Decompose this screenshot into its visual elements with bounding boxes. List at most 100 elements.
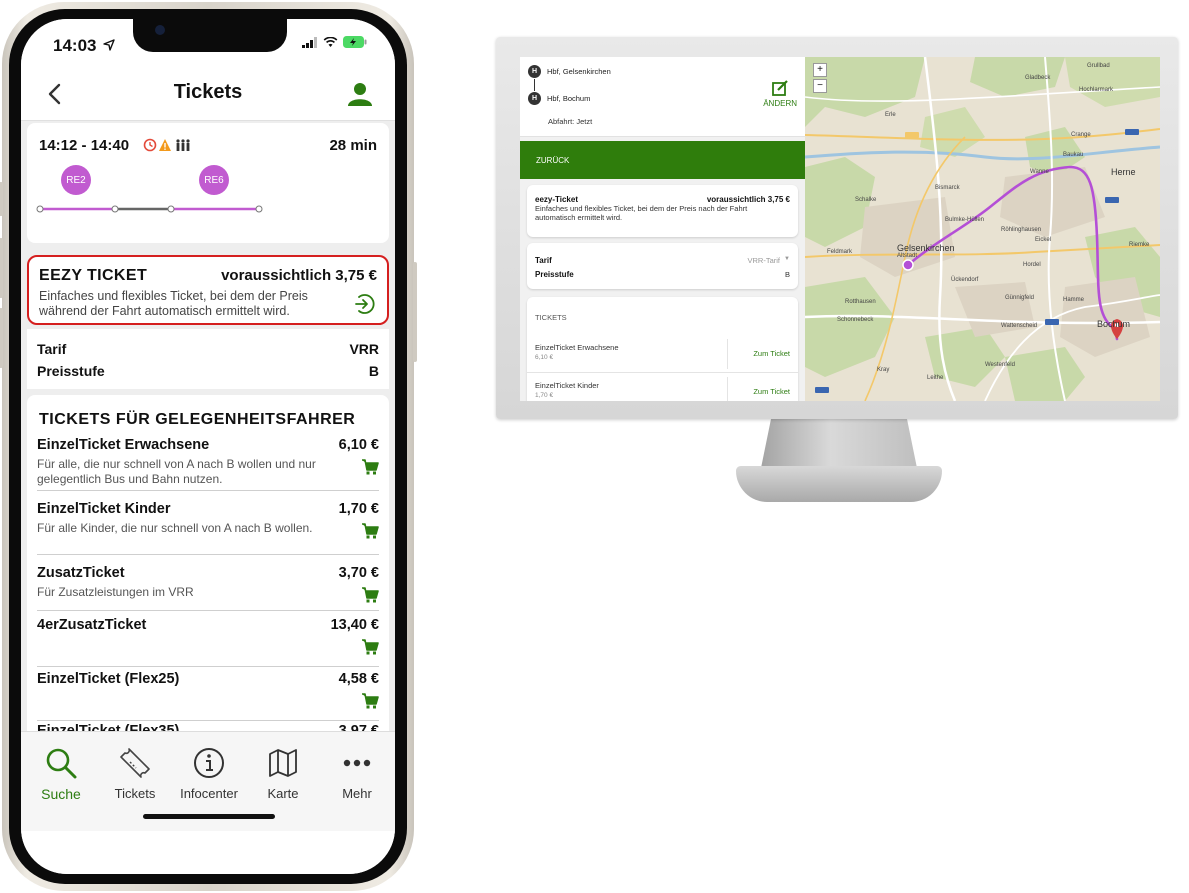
map-label: Crange: [1071, 132, 1091, 138]
ticket-row[interactable]: EinzelTicket (Flex25) 4,58 €: [37, 671, 379, 721]
map-label: Bulmke-Hüllen: [945, 217, 985, 223]
more-icon: [343, 759, 371, 767]
zoom-in-button[interactable]: +: [813, 63, 827, 77]
map-label: Herne: [1111, 167, 1136, 177]
trip-summary-card[interactable]: 14:12 - 14:40 28 min RE2 RE6: [27, 123, 389, 243]
status-time: 14:03: [53, 36, 97, 55]
tarif-row: Tarif VRR: [37, 341, 379, 357]
tarif-card: Tarif VRR Preisstufe B: [27, 329, 389, 389]
eezy-ticket-title: eezy-Ticket: [535, 195, 578, 204]
ticket-price: 6,10 €: [535, 354, 554, 361]
trip-status-icons: [143, 138, 190, 152]
web-tarif-card: Tarif VRR-Tarif ▼ Preisstufe B: [527, 243, 798, 289]
camera-icon: [155, 25, 165, 35]
signal-icon: [302, 36, 317, 48]
user-icon[interactable]: [347, 81, 373, 107]
ticket-name: 4erZusatzTicket: [37, 617, 147, 633]
cart-icon[interactable]: [361, 459, 379, 475]
preisstufe-row: Preisstufe B: [37, 363, 379, 379]
eezy-ticket-card[interactable]: EEZY TICKET voraussichtlich 3,75 € Einfa…: [27, 255, 389, 325]
tab-mehr[interactable]: Mehr: [320, 746, 394, 801]
map-label: Wattenscheid: [1001, 323, 1038, 329]
line-badge: RE6: [199, 165, 229, 195]
eezy-ticket-description: Einfaches und flexibles Ticket, bei dem …: [535, 204, 748, 222]
wifi-icon: [323, 36, 338, 47]
map-label: Hamme: [1063, 297, 1085, 303]
ticket-price: 13,40 €: [330, 617, 379, 633]
trip-time: 14:12 - 14:40: [39, 137, 130, 154]
route-map[interactable]: + − Gelsenkirchen Herne Bochum Wattensch…: [805, 57, 1160, 401]
ticket-name: EinzelTicket Kinder: [535, 381, 599, 390]
ticket-name: EinzelTicket (Flex25): [37, 671, 180, 687]
home-indicator[interactable]: [143, 814, 275, 819]
origin-stop: H Hbf, Gelsenkirchen: [528, 65, 611, 78]
ticket-price: 1,70 €: [338, 501, 379, 517]
chevron-down-icon: ▼: [784, 256, 790, 262]
zoom-out-button[interactable]: −: [813, 79, 827, 93]
battery-charging-icon: [343, 36, 367, 48]
line-badge: RE2: [61, 165, 91, 195]
web-ticket-row[interactable]: EinzelTicket Erwachsene 6,10 € Zum Ticke…: [527, 335, 798, 373]
cart-icon[interactable]: [361, 587, 379, 603]
app-header: Tickets: [21, 69, 395, 121]
tab-suche[interactable]: Suche: [24, 746, 98, 802]
ticket-row[interactable]: EinzelTicket Kinder 1,70 € Für alle Kind…: [37, 501, 379, 555]
ticket-name: EinzelTicket Erwachsene: [37, 437, 210, 453]
change-label: ÄNDERN: [763, 99, 797, 108]
tickets-list-card: TICKETS FÜR GELEGENHEITSFAHRER EinzelTic…: [27, 395, 389, 745]
tarif-select[interactable]: VRR-Tarif: [747, 256, 780, 265]
web-ticket-row[interactable]: EinzelTicket Kinder 1,70 € Zum Ticket: [527, 373, 798, 401]
preisstufe-value: B: [368, 363, 379, 379]
preisstufe-label: Preisstufe: [37, 363, 105, 379]
map-label: Gelsenkirchen: [897, 243, 955, 253]
station-h-icon: H: [528, 65, 541, 78]
map-label: Schalke: [855, 197, 877, 203]
tab-label: Mehr: [342, 786, 372, 801]
zum-ticket-button[interactable]: Zum Ticket: [753, 387, 790, 396]
cart-icon[interactable]: [361, 523, 379, 539]
cart-icon[interactable]: [361, 639, 379, 655]
map-label: Kray: [877, 367, 890, 373]
tab-label: Suche: [41, 786, 81, 802]
eezy-ticket-title: EEZY TICKET: [39, 267, 148, 284]
tab-tickets[interactable]: Tickets: [98, 746, 172, 801]
status-icons: [302, 36, 367, 48]
ticket-icon: [120, 748, 150, 778]
eezy-ticket-description: Einfaches und flexibles Ticket, bei dem …: [39, 289, 308, 318]
check-in-icon[interactable]: [353, 293, 375, 315]
map-label: Bochum: [1097, 319, 1131, 329]
phone-side-button: [0, 308, 3, 368]
ticket-row[interactable]: ZusatzTicket 3,70 € Für Zusatzleistungen…: [37, 565, 379, 611]
search-icon: [46, 748, 77, 779]
back-button[interactable]: ZURÜCK: [520, 141, 805, 179]
map-icon: [269, 749, 297, 777]
tab-label: Infocenter: [180, 786, 238, 801]
change-button[interactable]: ÄNDERN: [763, 79, 797, 108]
web-eezy-card[interactable]: eezy-Ticket voraussichtlich 3,75 € Einfa…: [527, 185, 798, 237]
tarif-label: Tarif: [535, 256, 552, 265]
tarif-label: Tarif: [37, 341, 67, 357]
ticket-row[interactable]: EinzelTicket Erwachsene 6,10 € Für alle,…: [37, 437, 379, 491]
origin-name: Hbf, Gelsenkirchen: [547, 67, 611, 76]
ticket-row[interactable]: 4erZusatzTicket 13,40 €: [37, 617, 379, 667]
ticket-price: 6,10 €: [338, 437, 379, 453]
tab-infocenter[interactable]: Infocenter: [172, 746, 246, 801]
zum-ticket-button[interactable]: Zum Ticket: [753, 349, 790, 358]
eezy-ticket-price: voraussichtlich 3,75 €: [221, 267, 377, 284]
cart-icon[interactable]: [361, 693, 379, 709]
phone-mockup: 14:03 Tickets 14:12 - 14:40 28 min RE2 R…: [0, 2, 417, 891]
bottom-area: [21, 831, 395, 874]
phone-side-button: [413, 262, 417, 362]
divider: [727, 339, 728, 369]
map-label: Schonnebeck: [837, 317, 874, 323]
map-label: Günnigfeld: [1005, 295, 1035, 301]
map-canvas: [805, 57, 1160, 401]
map-label: Erle: [885, 112, 896, 118]
map-label: Wanne: [1030, 169, 1049, 175]
tab-label: Tickets: [114, 786, 156, 801]
map-label: Ückendorf: [951, 277, 979, 283]
web-tickets-card: TICKETS EinzelTicket Erwachsene 6,10 € Z…: [527, 297, 798, 401]
map-label: Hochlarmark: [1079, 87, 1114, 93]
preisstufe-value: B: [784, 270, 790, 279]
tab-karte[interactable]: Karte: [246, 746, 320, 801]
